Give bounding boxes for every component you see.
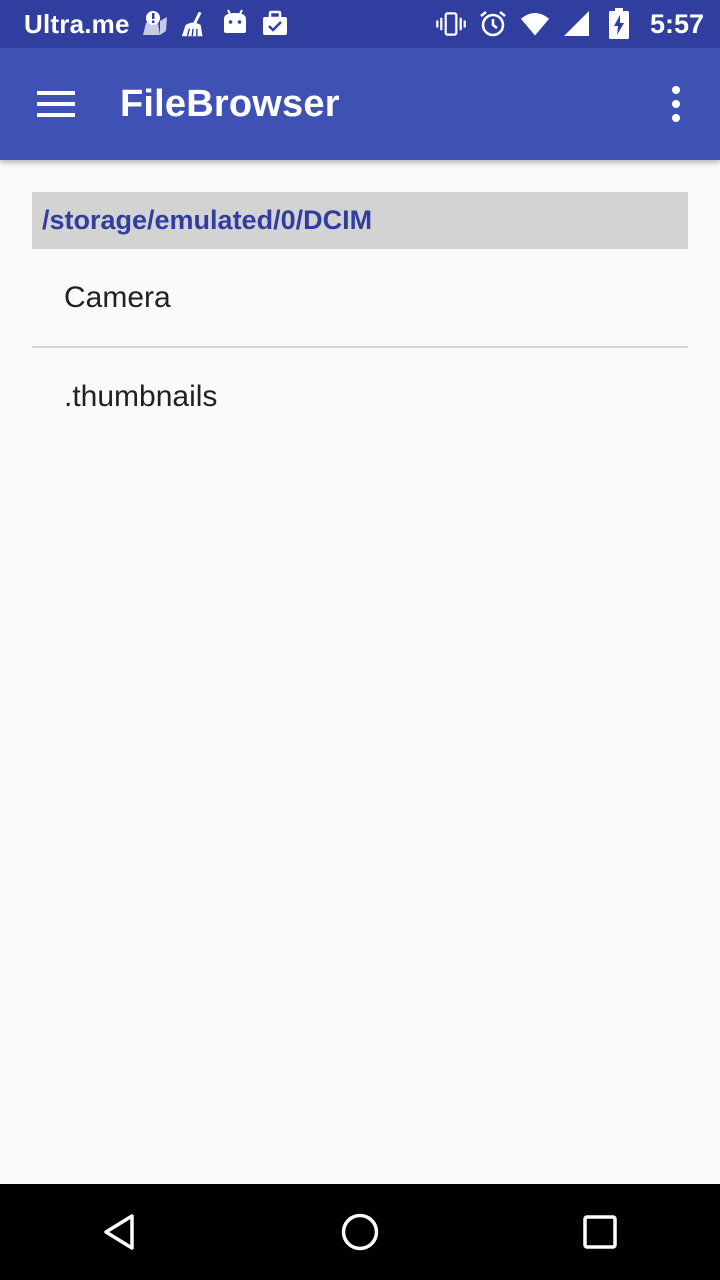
clock: 5:57 [649,8,704,39]
more-vert-icon [672,86,680,122]
back-icon [104,1214,134,1250]
system-navigation-bar [0,1184,720,1280]
folder-item-camera[interactable]: Camera [32,249,688,346]
navigation-menu-button[interactable] [0,48,112,160]
broom-icon [180,9,210,39]
recents-icon [583,1215,617,1249]
android-icon [220,9,250,39]
app-bar: FileBrowser [0,48,720,160]
overflow-menu-button[interactable] [632,48,720,160]
signal-icon [562,9,592,39]
vibrate-icon [436,9,466,39]
carrier-name: Ultra.me [24,8,130,39]
wifi-icon [520,9,550,39]
home-button[interactable] [300,1184,420,1280]
alarm-icon [478,9,508,39]
app-title: FileBrowser [120,82,340,125]
file-browser-content: /storage/emulated/0/DCIM Camera .thumbna… [32,192,688,446]
current-path-header: /storage/emulated/0/DCIM [32,192,688,249]
status-right: 5:57 [436,8,704,40]
status-bar: Ultra.me 5:57 [0,0,720,48]
home-icon [341,1213,379,1251]
alert-app-icon [140,9,170,39]
back-button[interactable] [60,1184,180,1280]
briefcase-check-icon [260,9,290,39]
recents-button[interactable] [540,1184,660,1280]
battery-charging-icon [604,8,634,39]
folder-item-thumbnails[interactable]: .thumbnails [32,348,688,446]
hamburger-menu-icon [37,91,75,117]
status-left: Ultra.me [24,9,290,40]
